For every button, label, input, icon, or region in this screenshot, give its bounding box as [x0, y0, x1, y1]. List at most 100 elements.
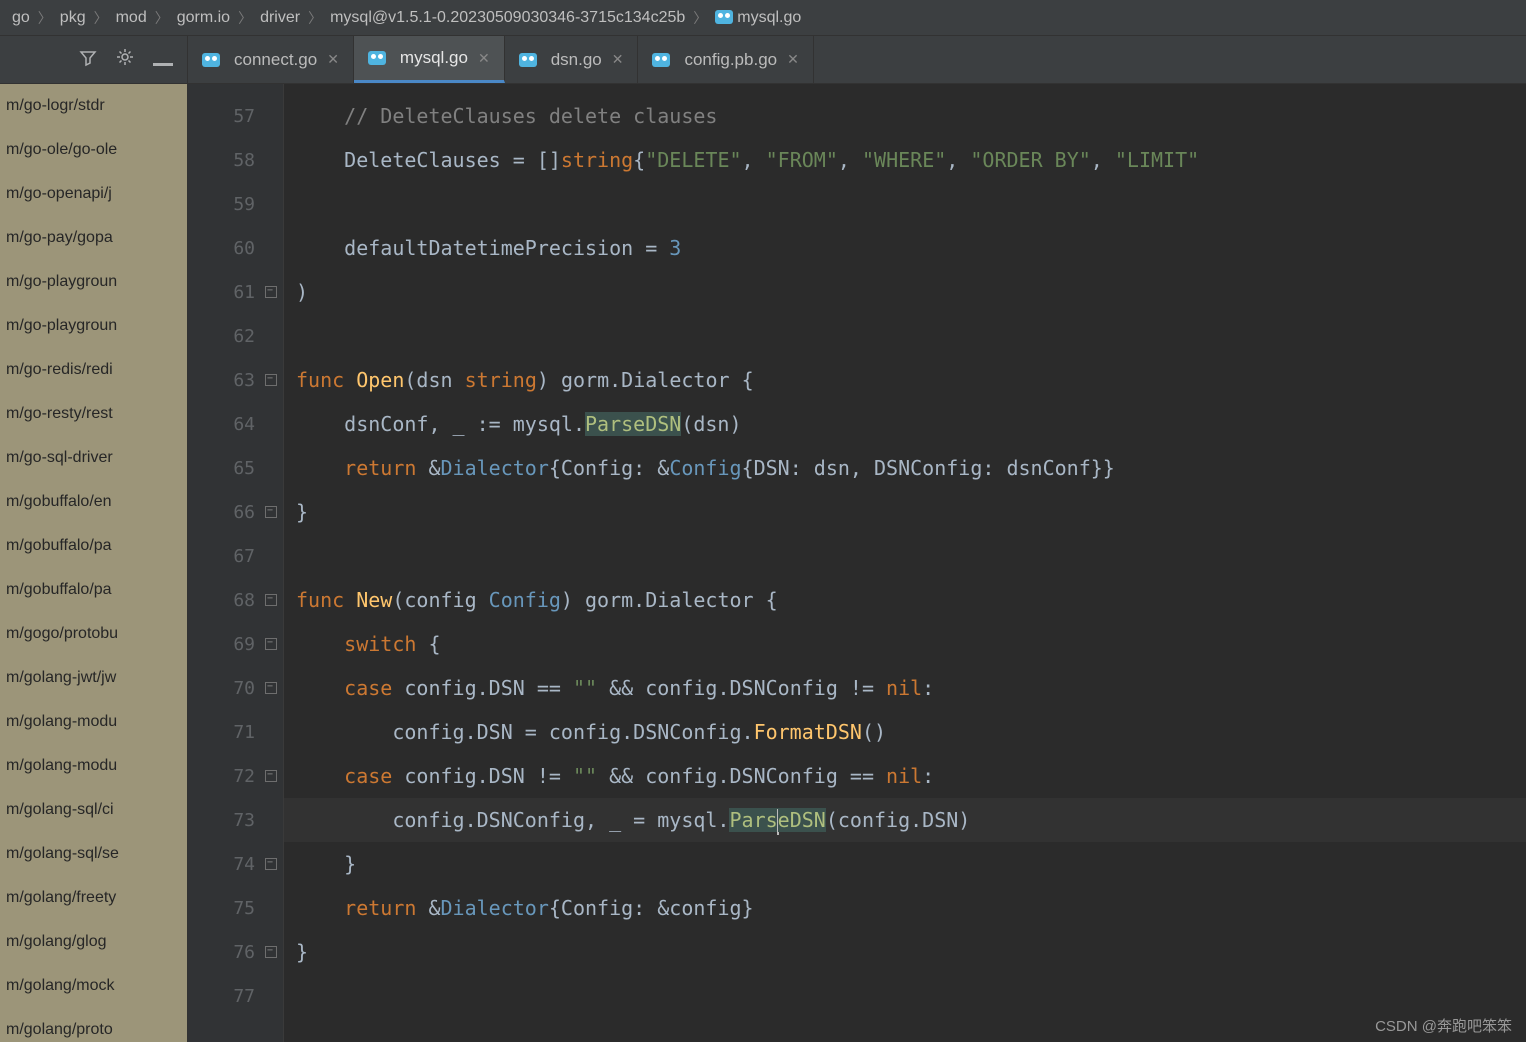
- fold-icon[interactable]: [265, 286, 277, 298]
- code-line[interactable]: config.DSN = config.DSNConfig.FormatDSN(…: [284, 710, 1526, 754]
- line-number[interactable]: 67: [188, 534, 283, 578]
- fold-icon[interactable]: [265, 770, 277, 782]
- close-icon[interactable]: ✕: [478, 50, 490, 67]
- tree-item[interactable]: m/golang-modu: [0, 744, 187, 788]
- tree-item[interactable]: m/go-resty/rest: [0, 392, 187, 436]
- editor-tab[interactable]: dsn.go✕: [505, 36, 639, 83]
- fold-icon[interactable]: [265, 946, 277, 958]
- code-content[interactable]: // DeleteClauses delete clauses DeleteCl…: [284, 84, 1526, 1042]
- code-line[interactable]: }: [284, 930, 1526, 974]
- line-number[interactable]: 71: [188, 710, 283, 754]
- close-icon[interactable]: ✕: [327, 51, 339, 68]
- tree-item[interactable]: m/go-openapi/j: [0, 172, 187, 216]
- line-number[interactable]: 76: [188, 930, 283, 974]
- close-icon[interactable]: ✕: [612, 51, 624, 68]
- breadcrumb-item[interactable]: mysql.go: [711, 9, 805, 27]
- line-number[interactable]: 65: [188, 446, 283, 490]
- breadcrumb-item[interactable]: mysql@v1.5.1-0.20230509030346-3715c134c2…: [326, 9, 689, 27]
- code-line[interactable]: DeleteClauses = []string{"DELETE", "FROM…: [284, 138, 1526, 182]
- line-number[interactable]: 64: [188, 402, 283, 446]
- line-number[interactable]: 59: [188, 182, 283, 226]
- breadcrumb-item[interactable]: driver: [256, 9, 304, 27]
- line-number[interactable]: 70: [188, 666, 283, 710]
- gear-icon[interactable]: [115, 47, 135, 72]
- editor-tab[interactable]: connect.go ✕: [188, 36, 354, 83]
- code-line[interactable]: config.DSNConfig, _ = mysql.ParseDSN(con…: [284, 798, 1526, 842]
- tree-item[interactable]: m/gobuffalo/pa: [0, 568, 187, 612]
- line-number[interactable]: 68: [188, 578, 283, 622]
- line-number[interactable]: 74: [188, 842, 283, 886]
- tree-item[interactable]: m/go-sql-driver: [0, 436, 187, 480]
- project-tree[interactable]: m/go-logr/stdrm/go-ole/go-olem/go-openap…: [0, 84, 187, 1042]
- tree-item[interactable]: m/golang-modu: [0, 700, 187, 744]
- fold-icon[interactable]: [265, 682, 277, 694]
- tree-item[interactable]: m/golang-sql/se: [0, 832, 187, 876]
- code-line[interactable]: [284, 534, 1526, 578]
- tree-item[interactable]: m/golang/mock: [0, 964, 187, 1008]
- code-area[interactable]: 5758596061626364656667686970717273747576…: [188, 84, 1526, 1042]
- tree-item[interactable]: m/golang/freety: [0, 876, 187, 920]
- line-number[interactable]: 61: [188, 270, 283, 314]
- close-icon[interactable]: ✕: [787, 51, 799, 68]
- collapse-icon[interactable]: [153, 48, 173, 72]
- line-number[interactable]: 66: [188, 490, 283, 534]
- line-number[interactable]: 72: [188, 754, 283, 798]
- tree-item[interactable]: m/go-logr/stdr: [0, 84, 187, 128]
- code-line[interactable]: }: [284, 490, 1526, 534]
- line-number[interactable]: 75: [188, 886, 283, 930]
- code-line[interactable]: case config.DSN != "" && config.DSNConfi…: [284, 754, 1526, 798]
- tab-label: connect.go: [234, 50, 317, 70]
- line-number[interactable]: 63: [188, 358, 283, 402]
- gutter[interactable]: 5758596061626364656667686970717273747576…: [188, 84, 284, 1042]
- code-line[interactable]: func New(config Config) gorm.Dialector {: [284, 578, 1526, 622]
- tree-item[interactable]: m/golang/glog: [0, 920, 187, 964]
- tree-item[interactable]: m/golang/proto: [0, 1008, 187, 1042]
- tree-item[interactable]: m/gogo/protobu: [0, 612, 187, 656]
- tree-item[interactable]: m/go-playgroun: [0, 260, 187, 304]
- code-line[interactable]: [284, 182, 1526, 226]
- chevron-right-icon: 〉: [238, 8, 252, 28]
- breadcrumb-item[interactable]: go: [8, 9, 34, 27]
- tree-item[interactable]: m/gobuffalo/pa: [0, 524, 187, 568]
- editor-tab[interactable]: config.pb.go✕: [638, 36, 813, 83]
- line-number[interactable]: 57: [188, 94, 283, 138]
- breadcrumb-bar: go〉pkg〉mod〉gorm.io〉driver〉mysql@v1.5.1-0…: [0, 0, 1526, 36]
- fold-icon[interactable]: [265, 858, 277, 870]
- line-number[interactable]: 77: [188, 974, 283, 1018]
- line-number[interactable]: 73: [188, 798, 283, 842]
- tree-item[interactable]: m/go-ole/go-ole: [0, 128, 187, 172]
- code-line[interactable]: defaultDatetimePrecision = 3: [284, 226, 1526, 270]
- fold-icon[interactable]: [265, 638, 277, 650]
- code-line[interactable]: }: [284, 842, 1526, 886]
- breadcrumb-item[interactable]: gorm.io: [173, 9, 234, 27]
- fold-icon[interactable]: [265, 374, 277, 386]
- line-number[interactable]: 69: [188, 622, 283, 666]
- tree-item[interactable]: m/gobuffalo/en: [0, 480, 187, 524]
- code-line[interactable]: return &Dialector{Config: &Config{DSN: d…: [284, 446, 1526, 490]
- tree-item[interactable]: m/go-playgroun: [0, 304, 187, 348]
- tree-item[interactable]: m/golang-jwt/jw: [0, 656, 187, 700]
- line-number[interactable]: 60: [188, 226, 283, 270]
- breadcrumb-item[interactable]: pkg: [56, 9, 90, 27]
- code-line[interactable]: dsnConf, _ := mysql.ParseDSN(dsn): [284, 402, 1526, 446]
- line-number[interactable]: 58: [188, 138, 283, 182]
- code-line[interactable]: ): [284, 270, 1526, 314]
- editor-tab[interactable]: mysql.go✕: [354, 36, 505, 83]
- main-row: m/go-logr/stdrm/go-ole/go-olem/go-openap…: [0, 36, 1526, 1042]
- fold-icon[interactable]: [265, 506, 277, 518]
- line-number[interactable]: 62: [188, 314, 283, 358]
- code-line[interactable]: [284, 314, 1526, 358]
- editor-area: connect.go✕mysql.go✕dsn.go✕config.pb.go✕…: [188, 36, 1526, 1042]
- code-line[interactable]: case config.DSN == "" && config.DSNConfi…: [284, 666, 1526, 710]
- tree-item[interactable]: m/go-pay/gopa: [0, 216, 187, 260]
- code-line[interactable]: func Open(dsn string) gorm.Dialector {: [284, 358, 1526, 402]
- code-line[interactable]: return &Dialector{Config: &config}: [284, 886, 1526, 930]
- breadcrumb-item[interactable]: mod: [112, 9, 151, 27]
- filter-icon[interactable]: [79, 48, 97, 72]
- code-line[interactable]: // DeleteClauses delete clauses: [284, 94, 1526, 138]
- code-line[interactable]: [284, 974, 1526, 1018]
- tree-item[interactable]: m/go-redis/redi: [0, 348, 187, 392]
- code-line[interactable]: switch {: [284, 622, 1526, 666]
- tree-item[interactable]: m/golang-sql/ci: [0, 788, 187, 832]
- fold-icon[interactable]: [265, 594, 277, 606]
